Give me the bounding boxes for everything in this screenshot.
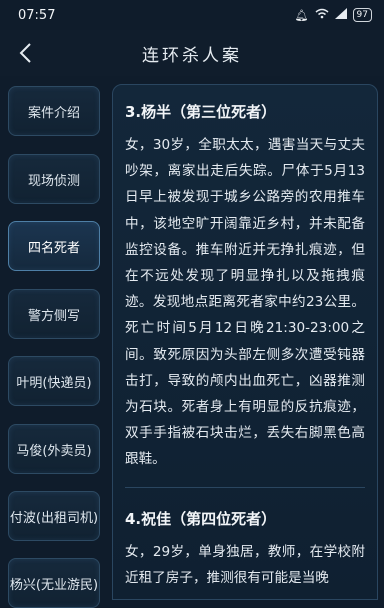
wifi-icon	[315, 8, 329, 22]
app-header: 连环杀人案	[0, 30, 384, 76]
sidebar-item-ma-jun[interactable]: 马俊(外卖员)	[8, 424, 100, 474]
sidebar-item-label: 警方侧写	[27, 308, 80, 324]
signal-icon	[334, 8, 347, 22]
sidebar-item-scene-investigation[interactable]: 现场侦测	[8, 154, 100, 204]
sidebar-item-ye-ming[interactable]: 叶明(快递员)	[8, 356, 100, 406]
sidebar-item-yang-xing[interactable]: 杨兴(无业游民)	[8, 558, 100, 608]
status-icons: 🔔︎ 97	[295, 8, 372, 22]
chevron-left-icon	[19, 43, 31, 63]
section-body: 女，30岁，全职太太，遇害当天与丈夫吵架，离家出走后失踪。尸体于5月13日早上被…	[125, 137, 365, 468]
sidebar-item-label: 付波(出租司机)	[9, 510, 99, 526]
content-panel[interactable]: 3.杨半（第三位死者） 女，30岁，全职太太，遇害当天与丈夫吵架，离家出走后失踪…	[112, 84, 378, 600]
sidebar-item-four-victims[interactable]: 四名死者	[8, 221, 100, 271]
victim-section: 3.杨半（第三位死者） 女，30岁，全职太太，遇害当天与丈夫吵架，离家出走后失踪…	[113, 85, 377, 473]
page-title: 连环杀人案	[142, 45, 242, 66]
alarm-icon: 🔔︎	[294, 8, 309, 22]
section-divider	[125, 486, 365, 488]
sidebar-item-label: 叶明(快递员)	[16, 375, 92, 391]
battery-indicator: 97	[352, 8, 372, 22]
sidebar-item-police-profile[interactable]: 警方侧写	[8, 289, 100, 339]
sidebar-item-fu-bo[interactable]: 付波(出租司机)	[8, 491, 100, 541]
victim-section: 4.祝佳（第四位死者） 女，29岁，单身独居，教师，在学校附近租了房子，推测很有…	[113, 492, 377, 591]
sidebar-item-label: 案件介绍	[27, 105, 80, 121]
section-title: 3.杨半（第三位死者）	[125, 103, 277, 121]
sidebar: 案件介绍 现场侦测 四名死者 警方侧写 叶明(快递员) 马俊(外卖员) 付波(出…	[0, 80, 106, 608]
section-title: 4.祝佳（第四位死者）	[125, 509, 277, 528]
sidebar-item-label: 马俊(外卖员)	[16, 443, 92, 459]
sidebar-item-label: 现场侦测	[27, 173, 80, 189]
status-time: 07:57	[18, 7, 56, 23]
sidebar-item-label: 杨兴(无业游民)	[9, 577, 99, 593]
sidebar-item-case-intro[interactable]: 案件介绍	[8, 86, 100, 136]
sidebar-item-label: 四名死者	[27, 240, 80, 256]
section-body: 女，29岁，单身独居，教师，在学校附近租了房子，推测很有可能是当晚	[125, 543, 365, 586]
status-bar: 07:57 🔔︎ 97	[0, 0, 384, 30]
back-button[interactable]	[10, 38, 40, 68]
